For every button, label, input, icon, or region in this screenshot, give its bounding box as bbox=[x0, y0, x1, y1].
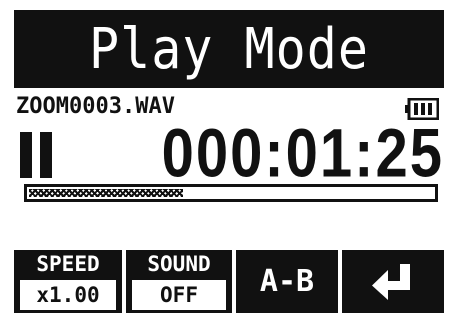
ab-repeat-label: A-B bbox=[259, 264, 315, 299]
display-screen: Play Mode ZOOM0003.WAV 000:01:25 SPEED x… bbox=[14, 10, 444, 313]
pause-icon bbox=[20, 132, 56, 178]
return-button[interactable] bbox=[342, 250, 444, 313]
progress-bar[interactable] bbox=[24, 184, 438, 202]
progress-fill bbox=[29, 189, 183, 197]
sound-button[interactable]: SOUND OFF bbox=[126, 250, 232, 313]
sound-label: SOUND bbox=[147, 252, 211, 276]
return-icon bbox=[372, 264, 410, 300]
speed-button[interactable]: SPEED x1.00 bbox=[14, 250, 122, 313]
speed-value: x1.00 bbox=[20, 280, 116, 310]
speed-label: SPEED bbox=[36, 252, 100, 276]
sound-value: OFF bbox=[132, 280, 226, 310]
time-counter: 000:01:25 bbox=[161, 115, 444, 192]
page-title: Play Mode bbox=[89, 16, 369, 82]
ab-repeat-button[interactable]: A-B bbox=[236, 250, 338, 313]
file-name: ZOOM0003.WAV bbox=[16, 94, 175, 119]
function-buttons: SPEED x1.00 SOUND OFF A-B bbox=[14, 250, 444, 313]
title-bar: Play Mode bbox=[14, 10, 444, 88]
